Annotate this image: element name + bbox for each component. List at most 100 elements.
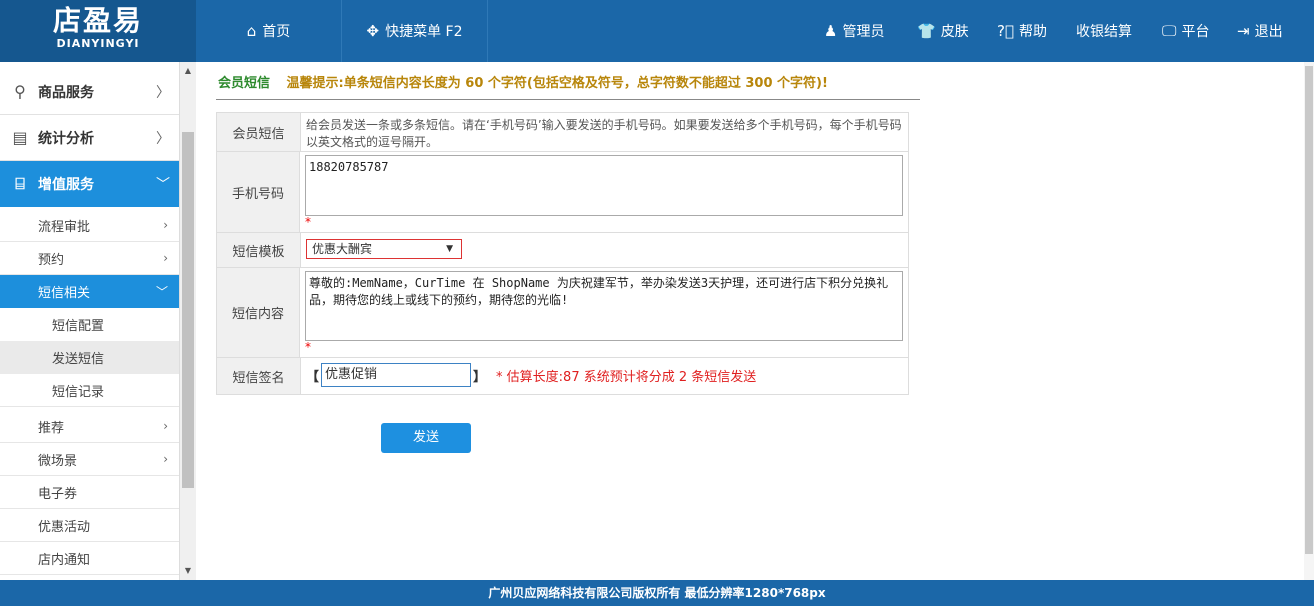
nav-platform-label: 平台 <box>1181 24 1210 40</box>
sidebar-item-label: 增值服务 <box>38 177 94 193</box>
logo-sub-text: DIANYINGYI <box>56 37 140 50</box>
nav-platform[interactable]: 🖵 平台 <box>1162 0 1209 62</box>
scrollbar-thumb[interactable] <box>1305 66 1313 554</box>
sidebar-item-notice[interactable]: 店内通知 <box>0 542 179 575</box>
nav-skin[interactable]: 👕 皮肤 <box>917 0 969 62</box>
logo-main-text: 店盈易 <box>52 4 143 37</box>
nav-admin-label: 管理员 <box>842 24 885 40</box>
sidebar-item-sms-records[interactable]: 短信记录 <box>0 374 179 407</box>
divider <box>216 99 920 100</box>
nav-help-label: 帮助 <box>1018 24 1047 40</box>
chevron-right-icon: › <box>163 452 168 466</box>
nav-checkout-label: 收银结算 <box>1076 24 1132 40</box>
sidebar-item-label: 预约 <box>38 252 65 268</box>
form-row-template: 短信模板 优惠大酬宾 ▼ <box>217 233 908 268</box>
nav-help[interactable]: ?⃝ 帮助 <box>997 0 1047 62</box>
sms-content-textarea[interactable]: 尊敬的:MemName，CurTime 在 ShopName 为庆祝建军节，举办… <box>305 271 903 341</box>
form-row-signature: 短信签名 【 优惠促销 】 * 估算长度:87 系统预计将分成 2 条短信发送 <box>217 358 908 394</box>
sidebar-item-label: 推荐 <box>38 420 65 436</box>
sidebar-item-label: 微场景 <box>38 453 78 469</box>
sidebar-item-recommend[interactable]: 推荐 › <box>0 410 179 443</box>
tags-icon: ⚲ <box>14 82 26 101</box>
phone-number-textarea[interactable]: 18820785787 <box>305 155 903 216</box>
chevron-right-icon: › <box>163 251 168 265</box>
nav-admin[interactable]: ♟ 管理员 <box>824 0 884 62</box>
nav-skin-label: 皮肤 <box>940 24 969 40</box>
sidebar-item-sms-config[interactable]: 短信配置 <box>0 308 179 341</box>
breadcrumb: 会员短信 温馨提示:单条短信内容长度为 60 个字符(包括空格及符号，总字符数不… <box>218 72 828 91</box>
sidebar-item-coupon[interactable]: 电子券 <box>0 476 179 509</box>
nav-quick-label: 快捷菜单 F2 <box>385 24 463 40</box>
sidebar-item-label: 短信配置 <box>52 319 105 334</box>
template-select[interactable]: 优惠大酬宾 ▼ <box>306 239 462 259</box>
sidebar-item-stats[interactable]: ▤ 统计分析 〉 <box>0 115 179 161</box>
sidebar-item-promo[interactable]: 优惠活动 <box>0 509 179 542</box>
sidebar-item-booking[interactable]: 预约 › <box>0 242 179 275</box>
logo[interactable]: 店盈易 DIANYINGYI <box>0 0 196 62</box>
sidebar-item-label: 流程审批 <box>38 219 91 235</box>
form-description: 给会员发送一条或多条短信。请在‘手机号码’输入要发送的手机号码。如果要发送给多个… <box>306 118 902 149</box>
tip-text: 温馨提示:单条短信内容长度为 60 个字符(包括空格及符号，总字符数不能超过 3… <box>286 76 828 91</box>
scrollbar-thumb[interactable] <box>182 132 194 488</box>
form-row-content: 短信内容 尊敬的:MemName，CurTime 在 ShopName 为庆祝建… <box>217 268 908 358</box>
map-icon: ⌸ <box>15 174 25 193</box>
footer: 广州贝应网络科技有限公司版权所有 最低分辨率1280*768px <box>0 580 1314 606</box>
form-row-phone: 手机号码 18820785787 * <box>217 152 908 233</box>
chevron-down-icon: ﹀ <box>155 285 168 299</box>
sidebar-item-value-added[interactable]: ⌸ 增值服务 ﹀ <box>0 161 179 207</box>
nav-checkout[interactable]: 收银结算 <box>1076 0 1132 62</box>
sidebar-item-sms-send[interactable]: 发送短信 <box>0 341 179 374</box>
sidebar-item-sms[interactable]: 短信相关 ﹀ <box>0 275 179 308</box>
chevron-right-icon: › <box>163 419 168 433</box>
chart-icon: ▤ <box>12 128 28 147</box>
page-title: 会员短信 <box>218 76 271 91</box>
sidebar-item-label: 优惠活动 <box>38 519 91 535</box>
nav-logout[interactable]: ⇥ 退出 <box>1237 0 1283 62</box>
form-label: 短信模板 <box>217 233 301 267</box>
bracket-right: 】 <box>473 369 487 385</box>
required-mark: * <box>305 215 311 229</box>
monitor-icon: 🖵 <box>1162 22 1177 40</box>
form-label: 短信签名 <box>217 358 301 394</box>
nav-logout-label: 退出 <box>1254 24 1283 40</box>
length-estimate-note: * 估算长度:87 系统预计将分成 2 条短信发送 <box>496 369 757 385</box>
nav-home-label: 首页 <box>262 24 291 40</box>
main-content: 会员短信 温馨提示:单条短信内容长度为 60 个字符(包括空格及符号，总字符数不… <box>196 62 1304 580</box>
form-label: 短信内容 <box>217 268 300 357</box>
tshirt-icon: 👕 <box>917 22 936 40</box>
home-icon: ⌂ <box>246 22 257 40</box>
template-selected-value: 优惠大酬宾 <box>312 242 373 256</box>
chevron-right-icon: 〉 <box>156 84 170 101</box>
main-scrollbar[interactable] <box>1304 62 1314 580</box>
sidebar-item-micro[interactable]: 微场景 › <box>0 443 179 476</box>
bracket-left: 【 <box>306 369 320 385</box>
chevron-right-icon: 〉 <box>156 130 170 147</box>
sidebar-scrollbar[interactable]: ▲ ▼ <box>180 62 196 580</box>
sidebar-item-label: 店内通知 <box>38 552 91 568</box>
sidebar-item-goods[interactable]: ⚲ 商品服务 〉 <box>0 69 179 115</box>
top-header: 店盈易 DIANYINGYI ⌂ 首页 ✥ 快捷菜单 F2 ♟ 管理员 👕 皮肤… <box>0 0 1314 62</box>
form-label: 手机号码 <box>217 152 300 232</box>
sidebar-item-label: 电子券 <box>38 486 78 502</box>
sms-form: 会员短信 给会员发送一条或多条短信。请在‘手机号码’输入要发送的手机号码。如果要… <box>216 112 909 395</box>
signature-input[interactable]: 优惠促销 <box>321 363 472 387</box>
user-icon: ♟ <box>824 22 838 40</box>
chevron-down-icon: ﹀ <box>156 177 170 193</box>
help-icon: ?⃝ <box>997 22 1014 40</box>
form-row-member-sms: 会员短信 给会员发送一条或多条短信。请在‘手机号码’输入要发送的手机号码。如果要… <box>217 113 908 152</box>
send-button[interactable]: 发送 <box>381 423 471 453</box>
move-arrows-icon: ✥ <box>366 22 380 40</box>
sidebar: ⚲ 商品服务 〉 ▤ 统计分析 〉 ⌸ 增值服务 ﹀ 流程审批 › 预约 › 短… <box>0 62 180 580</box>
sidebar-item-label: 发送短信 <box>52 352 105 367</box>
sidebar-item-label: 短信相关 <box>38 286 91 301</box>
logout-icon: ⇥ <box>1237 22 1250 40</box>
chevron-right-icon: › <box>163 218 168 232</box>
sidebar-item-label: 短信记录 <box>52 384 105 400</box>
nav-quick-menu[interactable]: ✥ 快捷菜单 F2 <box>342 0 488 62</box>
sidebar-item-process[interactable]: 流程审批 › <box>0 209 179 242</box>
scroll-up-arrow-icon[interactable]: ▲ <box>180 64 196 78</box>
required-mark: * <box>305 340 311 354</box>
sidebar-item-label: 统计分析 <box>38 130 94 147</box>
nav-home[interactable]: ⌂ 首页 <box>196 0 342 62</box>
scroll-down-arrow-icon[interactable]: ▼ <box>180 564 196 578</box>
